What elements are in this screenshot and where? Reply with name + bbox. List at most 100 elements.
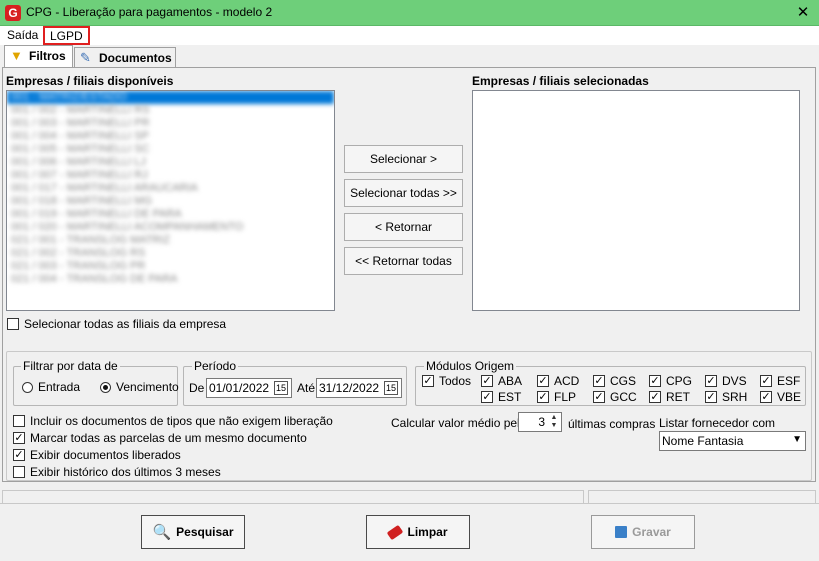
module-checkbox-acd[interactable]: ✓: [537, 375, 549, 387]
module-checkbox-flp[interactable]: ✓: [537, 391, 549, 403]
list-item[interactable]: 001 / 004 - MARTINELLI SP: [7, 130, 334, 143]
retornar-todas-button[interactable]: << Retornar todas: [344, 247, 463, 275]
valor-medio-spinner[interactable]: 3 ▲ ▼: [518, 412, 562, 432]
ate-label: Até: [297, 381, 316, 395]
date-to-value: 31/12/2022: [319, 381, 380, 395]
fornecedor-label: Listar fornecedor com: [659, 416, 776, 430]
pesquisar-label: Pesquisar: [176, 525, 234, 539]
valor-medio-value: 3: [538, 415, 545, 429]
fornecedor-select[interactable]: Nome Fantasia ▼: [659, 431, 806, 451]
calendar-icon[interactable]: 15: [384, 381, 398, 395]
chevron-down-icon[interactable]: ▼: [792, 434, 802, 445]
module-label-est: EST: [498, 390, 522, 404]
de-label: De: [189, 381, 205, 395]
select-all-branches-checkbox[interactable]: [7, 318, 19, 330]
retornar-label: < Retornar: [374, 220, 433, 234]
tab-filtros[interactable]: ▼ Filtros: [4, 45, 73, 68]
option-checkbox[interactable]: ✓: [13, 432, 25, 444]
selecionar-todas-button[interactable]: Selecionar todas >>: [344, 179, 463, 207]
document-pencil-icon: ✎: [80, 50, 91, 65]
option-checkbox[interactable]: [13, 466, 25, 478]
option-label: Exibir histórico dos últimos 3 meses: [30, 465, 221, 479]
menu-lgpd[interactable]: LGPD: [43, 26, 90, 45]
list-item[interactable]: 001 / 020 - MARTINELLI ACOMPANHAMENTO: [7, 221, 334, 234]
list-item[interactable]: 021 / 004 - TRANSLOG DE PARA: [7, 273, 334, 286]
menu-saida[interactable]: Saída: [7, 28, 38, 42]
list-item[interactable]: 001 / 018 - MARTINELLI MG: [7, 195, 334, 208]
calendar-icon[interactable]: 15: [274, 381, 288, 395]
entrada-radio[interactable]: [22, 382, 33, 393]
module-checkbox-esf[interactable]: ✓: [760, 375, 772, 387]
gravar-label: Gravar: [632, 525, 671, 539]
module-label-srh: SRH: [722, 390, 748, 404]
module-checkbox-ret[interactable]: ✓: [649, 391, 661, 403]
vencimento-radio[interactable]: [100, 382, 111, 393]
date-to-input[interactable]: 31/12/2022 15: [316, 378, 402, 398]
list-item[interactable]: 001 / 017 - MARTINELLI ARAUCARIA: [7, 182, 334, 195]
list-item[interactable]: 001 / 019 - MARTINELLI DE PARA: [7, 208, 334, 221]
pesquisar-button[interactable]: 🔍 Pesquisar: [141, 515, 245, 549]
funnel-icon: ▼: [10, 48, 23, 63]
todos-checkbox[interactable]: ✓: [422, 375, 434, 387]
module-checkbox-cgs[interactable]: ✓: [593, 375, 605, 387]
module-checkbox-srh[interactable]: ✓: [705, 391, 717, 403]
tab-documentos[interactable]: ✎ Documentos: [74, 47, 176, 68]
module-checkbox-dvs[interactable]: ✓: [705, 375, 717, 387]
list-item[interactable]: 001 / 006 - MARTINELLI LJ: [7, 156, 334, 169]
periodo-title: Período: [192, 359, 239, 373]
option-checkbox[interactable]: [13, 415, 25, 427]
module-checkbox-aba[interactable]: ✓: [481, 375, 493, 387]
module-label-flp: FLP: [554, 390, 577, 404]
module-label-acd: ACD: [554, 374, 580, 388]
limpar-button[interactable]: Limpar: [366, 515, 470, 549]
module-checkbox-gcc[interactable]: ✓: [593, 391, 605, 403]
selecionar-button[interactable]: Selecionar >: [344, 145, 463, 173]
module-label-cpg: CPG: [666, 374, 693, 388]
module-label-dvs: DVS: [722, 374, 747, 388]
module-label-ret: RET: [666, 390, 690, 404]
gravar-button[interactable]: Gravar: [591, 515, 695, 549]
vencimento-label: Vencimento: [116, 380, 179, 394]
selecionar-label: Selecionar >: [369, 152, 438, 166]
selected-companies-list[interactable]: [472, 90, 800, 311]
module-label-vbe: VBE: [777, 390, 802, 404]
ultimas-compras-label: últimas compras: [568, 417, 656, 431]
tab-filtros-label: Filtros: [29, 49, 66, 63]
module-checkbox-cpg[interactable]: ✓: [649, 375, 661, 387]
option-label: Marcar todas as parcelas de um mesmo doc…: [30, 431, 307, 445]
menu-bar: Saída LGPD: [0, 26, 819, 45]
close-window-button[interactable]: ✕: [793, 3, 813, 23]
todos-label: Todos: [439, 374, 472, 388]
list-item[interactable]: 001 / 005 - MARTINELLI SC: [7, 143, 334, 156]
list-item[interactable]: 021 / 003 - TRANSLOG PR: [7, 260, 334, 273]
status-panel-2: [588, 490, 816, 504]
list-item[interactable]: 021 / 001 - TRANSLOG MATRIZ: [7, 234, 334, 247]
modulos-title: Módulos Origem: [424, 359, 517, 373]
list-item[interactable]: 001 / 002 - MARTINELLI RS: [7, 104, 334, 117]
module-checkbox-vbe[interactable]: ✓: [760, 391, 772, 403]
status-panel-1: [2, 490, 584, 504]
module-checkbox-est[interactable]: ✓: [481, 391, 493, 403]
eraser-icon: [387, 524, 404, 540]
app-logo-icon: G: [5, 5, 21, 21]
list-item[interactable]: 001 / 007 - MARTINELLI RJ: [7, 169, 334, 182]
selecionar-todas-label: Selecionar todas >>: [350, 186, 457, 200]
window-title: CPG - Liberação para pagamentos - modelo…: [26, 5, 273, 19]
list-item[interactable]: 021 / 002 - TRANSLOG RS: [7, 247, 334, 260]
date-from-input[interactable]: 01/01/2022 15: [206, 378, 292, 398]
list-item[interactable]: 001 / 003 - MARTINELLI PR: [7, 117, 334, 130]
available-companies-list[interactable]: 001 - MATRIZ/ESTADO 001 / 002 - MARTINELL…: [6, 90, 335, 311]
spinner-arrows-icon[interactable]: ▲ ▼: [548, 414, 560, 430]
date-from-value: 01/01/2022: [209, 381, 270, 395]
list-item[interactable]: 001 - MATRIZ/ESTADO: [7, 91, 334, 104]
available-list-label: Empresas / filiais disponíveis: [6, 74, 174, 88]
filtrar-data-title: Filtrar por data de: [21, 359, 120, 373]
module-label-aba: ABA: [498, 374, 523, 388]
option-checkbox[interactable]: ✓: [13, 449, 25, 461]
fornecedor-value: Nome Fantasia: [662, 434, 744, 448]
option-label: Exibir documentos liberados: [30, 448, 181, 462]
limpar-label: Limpar: [407, 525, 448, 539]
option-label: Incluir os documentos de tipos que não e…: [30, 414, 333, 428]
module-label-gcc: GCC: [610, 390, 637, 404]
retornar-button[interactable]: < Retornar: [344, 213, 463, 241]
